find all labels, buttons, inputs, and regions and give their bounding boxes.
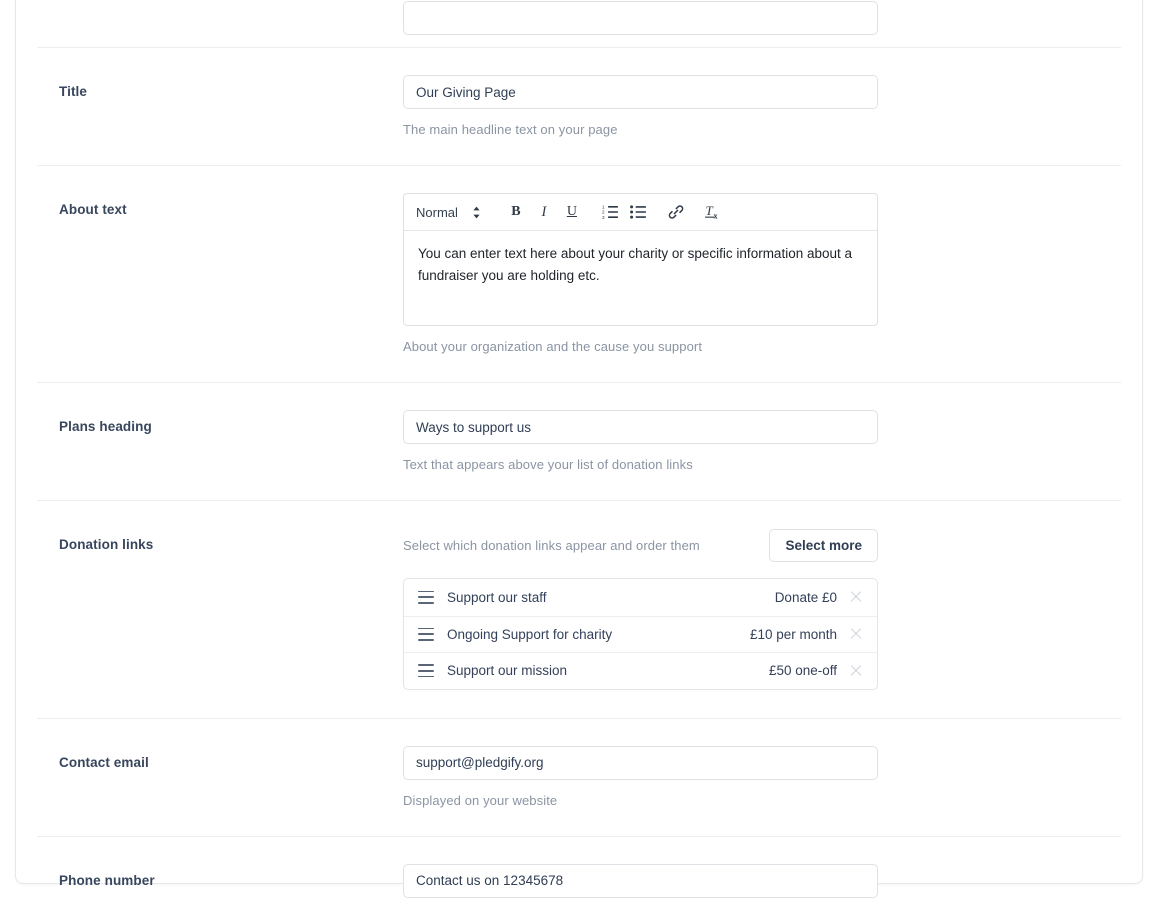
label-about-text: About text — [37, 193, 403, 217]
form-row-title: Title The main headline text on your pag… — [37, 47, 1121, 165]
donation-links-list: Support our staff Donate £0 Ongoing Supp… — [403, 578, 878, 690]
svg-text:T: T — [706, 204, 714, 218]
drag-handle-icon[interactable] — [418, 664, 434, 677]
bold-icon[interactable]: B — [503, 200, 529, 224]
form-row-donation-links: Donation links Select which donation lin… — [37, 500, 1121, 718]
previous-field-input[interactable] — [403, 1, 878, 35]
svg-text:x: x — [714, 211, 718, 220]
donation-link-name: Support our staff — [447, 590, 775, 605]
previous-field-partial — [37, 1, 1121, 47]
donation-link-name: Support our mission — [447, 663, 769, 678]
donation-link-amount: Donate £0 — [775, 590, 837, 605]
list-item[interactable]: Support our mission £50 one-off — [404, 652, 877, 689]
about-text-editor[interactable]: Normal B I — [403, 193, 878, 326]
title-input[interactable] — [403, 75, 878, 109]
svg-text:3: 3 — [602, 215, 605, 219]
form-row-contact-email: Contact email Displayed on your website — [37, 718, 1121, 836]
select-more-button[interactable]: Select more — [769, 529, 878, 562]
label-title: Title — [37, 75, 403, 99]
link-icon[interactable] — [663, 200, 689, 224]
remove-icon[interactable] — [847, 662, 865, 680]
italic-icon[interactable]: I — [531, 200, 557, 224]
list-item[interactable]: Ongoing Support for charity £10 per mont… — [404, 616, 877, 653]
drag-handle-icon[interactable] — [418, 591, 434, 604]
list-item[interactable]: Support our staff Donate £0 — [404, 579, 877, 616]
form-row-phone-number: Phone number Displayed on your website — [37, 836, 1121, 900]
donation-link-name: Ongoing Support for charity — [447, 627, 750, 642]
ordered-list-icon[interactable]: 1 2 3 — [597, 200, 623, 224]
drag-handle-icon[interactable] — [418, 628, 434, 641]
format-dropdown[interactable]: Normal — [416, 205, 481, 220]
label-donation-links: Donation links — [37, 528, 403, 552]
format-dropdown-label: Normal — [416, 205, 458, 220]
help-title: The main headline text on your page — [403, 122, 878, 137]
form-row-plans-heading: Plans heading Text that appears above yo… — [37, 382, 1121, 500]
editor-toolbar: Normal B I — [404, 194, 877, 231]
clear-formatting-icon[interactable]: T x — [701, 200, 727, 224]
label-contact-email: Contact email — [37, 746, 403, 770]
phone-number-input[interactable] — [403, 864, 878, 898]
remove-icon[interactable] — [847, 588, 865, 606]
label-plans-heading: Plans heading — [37, 410, 403, 434]
donation-link-amount: £50 one-off — [769, 663, 837, 678]
donation-link-amount: £10 per month — [750, 627, 837, 642]
help-contact-email: Displayed on your website — [403, 793, 878, 808]
donation-links-description: Select which donation links appear and o… — [403, 538, 700, 553]
donation-links-header: Select which donation links appear and o… — [403, 529, 878, 562]
help-plans-heading: Text that appears above your list of don… — [403, 457, 878, 472]
remove-icon[interactable] — [847, 625, 865, 643]
help-about-text: About your organization and the cause yo… — [403, 339, 878, 354]
settings-card: Title The main headline text on your pag… — [15, 0, 1143, 884]
plans-heading-input[interactable] — [403, 410, 878, 444]
about-text-content[interactable]: You can enter text here about your chari… — [404, 231, 877, 325]
contact-email-input[interactable] — [403, 746, 878, 780]
settings-page: Title The main headline text on your pag… — [0, 0, 1156, 900]
chevron-updown-icon — [472, 206, 481, 219]
bullet-list-icon[interactable] — [625, 200, 651, 224]
underline-icon[interactable]: U — [559, 200, 585, 224]
label-phone-number: Phone number — [37, 864, 403, 888]
form-row-about-text: About text Normal — [37, 165, 1121, 382]
